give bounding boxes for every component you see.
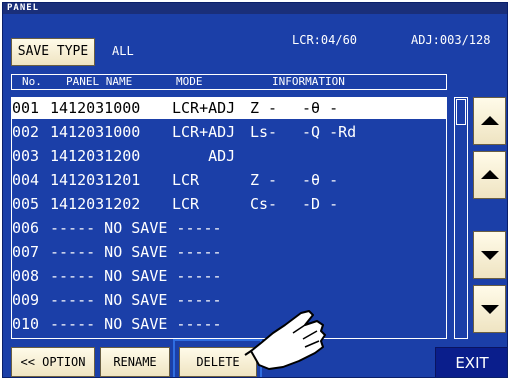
panel-mode: LCR+ADJ [172,99,236,117]
panel-no: 001 [12,99,40,117]
list-item[interactable]: 007 ----- NO SAVE ----- [12,242,446,263]
panel-info-param2: -Q -Rd [302,123,357,141]
option-button[interactable]: << OPTION [11,347,95,377]
list-item[interactable]: 006 ----- NO SAVE ----- [12,218,446,239]
scrollbar[interactable] [454,97,468,339]
panel-mode: ADJ [172,147,236,165]
panel-no: 005 [12,195,40,213]
panel-list: 001 1412031000 LCR+ADJ Z - -θ - 002 1412031000… [11,97,447,339]
panel-info-param2: -D - [302,195,339,213]
panel-mode: LCR+ADJ [172,123,236,141]
panel-info-param1: Z - [250,171,278,189]
rename-button[interactable]: RENAME [100,347,170,377]
arrow-down-icon [480,305,499,314]
column-no: No. [22,75,42,88]
exit-button[interactable]: EXIT [435,347,507,377]
triangle-up-icon [480,170,499,179]
column-mode: MODE [176,75,203,88]
panel-name: 1412031202 [50,195,141,213]
panel-no: 006 [12,219,40,237]
panel-name: ----- NO SAVE ----- [50,243,222,261]
page-down-button[interactable] [473,231,506,279]
list-item[interactable]: 003 1412031200 ADJ [12,146,446,167]
list-item[interactable]: 004 1412031201 LCR Z - -θ - [12,170,446,191]
pointing-hand-icon [244,310,326,370]
scroll-thumb[interactable] [456,99,466,125]
panel-name: 1412031000 [50,123,141,141]
list-item[interactable]: 010 ----- NO SAVE ----- [12,314,446,335]
panel-no: 002 [12,123,40,141]
panel-screen: PANEL SAVE TYPE ALL LCR:04/60 ADJ:003/12… [2,2,508,378]
panel-name: 1412031000 [50,99,141,117]
save-type-button[interactable]: SAVE TYPE [11,38,95,66]
panel-mode: LCR [172,195,200,213]
arrow-up-icon [480,116,499,125]
panel-no: 007 [12,243,40,261]
column-panel-name: PANEL NAME [66,75,133,88]
page-up-button[interactable] [473,151,506,199]
panel-info-param2: -θ - [302,171,339,189]
panel-info-param2: -θ - [302,99,339,117]
list-item[interactable]: 002 1412031000 LCR+ADJ Ls- -Q -Rd [12,122,446,143]
panel-info-param1: Ls- [250,123,278,141]
lcr-count: LCR:04/60 [292,33,358,47]
panel-info-param1: Cs- [250,195,278,213]
panel-name: 1412031200 [50,147,141,165]
panel-no: 008 [12,267,40,285]
panel-no: 004 [12,171,40,189]
list-item[interactable]: 008 ----- NO SAVE ----- [12,266,446,287]
panel-name: ----- NO SAVE ----- [50,267,222,285]
save-type-value: ALL [112,44,134,58]
title-bar: PANEL [3,3,507,14]
list-item[interactable]: 001 1412031000 LCR+ADJ Z - -θ - [12,98,446,119]
scroll-top-button[interactable] [473,97,506,145]
panel-name: ----- NO SAVE ----- [50,219,222,237]
panel-no: 009 [12,291,40,309]
list-item[interactable]: 009 ----- NO SAVE ----- [12,290,446,311]
panel-info-param1: Z - [250,99,278,117]
list-item[interactable]: 005 1412031202 LCR Cs- -D - [12,194,446,215]
panel-name: ----- NO SAVE ----- [50,291,222,309]
panel-name: ----- NO SAVE ----- [50,315,222,333]
adj-count: ADJ:003/128 [411,33,491,47]
triangle-down-icon [480,251,499,260]
panel-no: 010 [12,315,40,333]
panel-no: 003 [12,147,40,165]
scroll-bottom-button[interactable] [473,285,506,333]
column-information: INFORMATION [272,75,345,88]
panel-name: 1412031201 [50,171,141,189]
panel-mode: LCR [172,171,200,189]
column-header: No. PANEL NAME MODE INFORMATION [11,74,447,90]
